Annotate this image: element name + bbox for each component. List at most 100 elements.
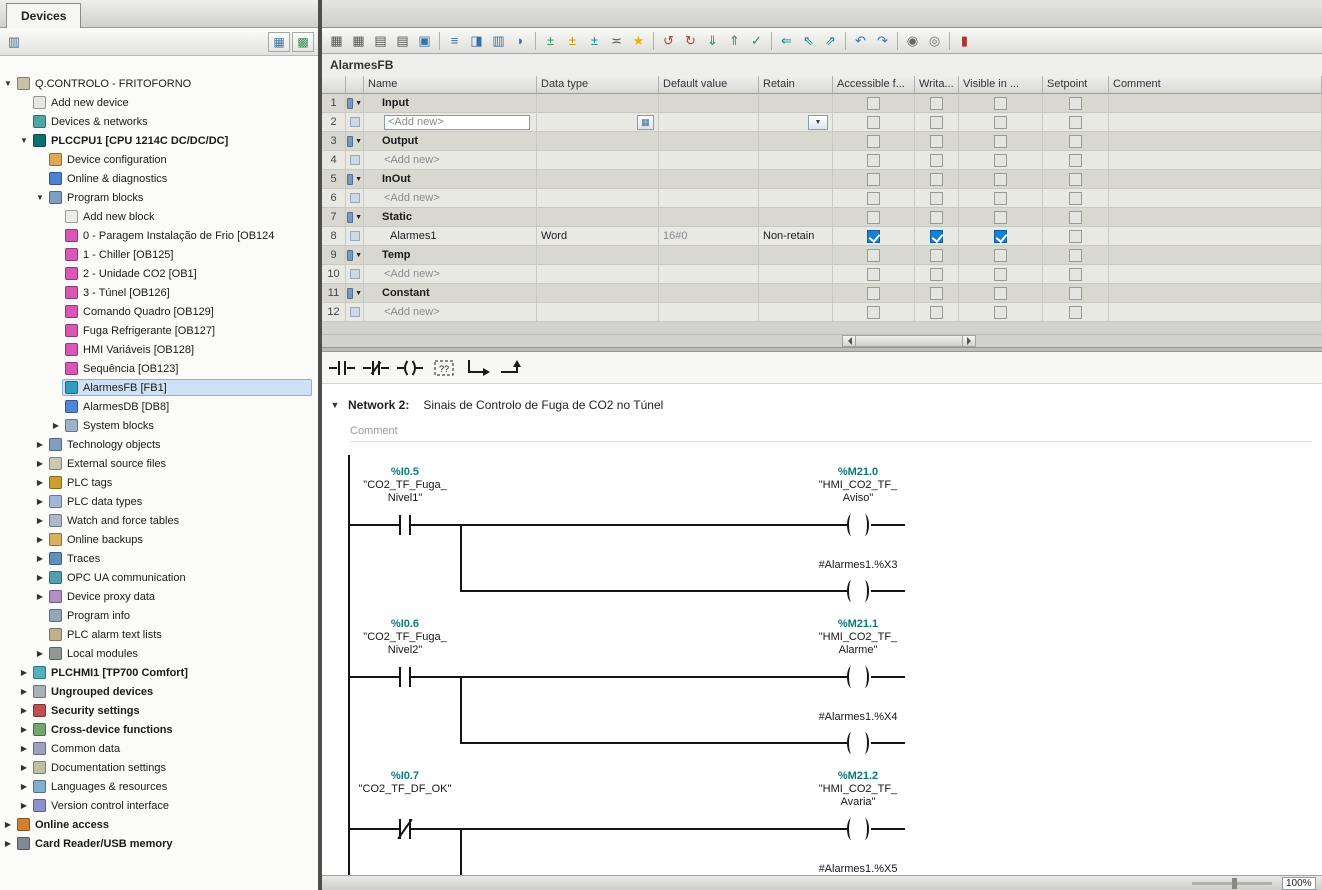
scroll-thumb[interactable] xyxy=(856,335,962,347)
retain-cell[interactable]: ▼ xyxy=(759,113,833,132)
coil-symbol[interactable] xyxy=(860,732,869,754)
coil-label[interactable]: %M21.1"HMI_CO2_TF_Alarme" xyxy=(773,618,943,657)
tree-item[interactable]: ▶Technology objects xyxy=(0,435,318,454)
insert-row-icon[interactable]: ▤ xyxy=(370,31,391,51)
coil-label[interactable]: %M21.2"HMI_CO2_TF_Avaria" xyxy=(773,770,943,809)
name-cell[interactable]: Alarmes1 xyxy=(364,227,537,246)
library-icon[interactable]: ▮ xyxy=(954,31,975,51)
branch-coil-label[interactable]: #Alarmes1.%X4 xyxy=(773,711,943,724)
tree-item[interactable]: 3 - Túnel [OB126] xyxy=(0,283,318,302)
tree-item[interactable]: AlarmesFB [FB1] xyxy=(0,378,318,397)
favorites-icon[interactable]: ★ xyxy=(628,31,649,51)
tree-item[interactable]: ▶Device proxy data xyxy=(0,587,318,606)
expand-right-icon[interactable]: ▶ xyxy=(18,744,30,753)
datatype-cell[interactable] xyxy=(537,94,659,113)
setpoint-checkbox[interactable] xyxy=(1069,173,1082,186)
download-icon[interactable]: ⇓ xyxy=(702,31,723,51)
absolute-operands-icon[interactable]: ≡ xyxy=(444,31,465,51)
writable-checkbox[interactable] xyxy=(930,97,943,110)
section-expand-icon[interactable]: ▼ xyxy=(355,214,362,221)
table-row[interactable]: 1▼Input xyxy=(322,94,1322,113)
datatype-browse-button[interactable]: ▦ xyxy=(637,115,654,130)
retain-cell[interactable] xyxy=(759,189,833,208)
retain-cell[interactable] xyxy=(759,284,833,303)
expand-right-icon[interactable]: ▶ xyxy=(18,763,30,772)
tree-item[interactable]: 2 - Unidade CO2 [OB1] xyxy=(0,264,318,283)
comment-cell[interactable] xyxy=(1109,227,1322,246)
writable-checkbox[interactable] xyxy=(930,230,943,243)
jump-previous-icon[interactable]: ⇐ xyxy=(776,31,797,51)
upload-icon[interactable]: ⇑ xyxy=(724,31,745,51)
table-row[interactable]: 7▼Static xyxy=(322,208,1322,227)
visible-checkbox[interactable] xyxy=(994,135,1007,148)
network-collapse-icon[interactable]: ▼ xyxy=(322,400,348,410)
tree-item[interactable]: Add new block xyxy=(0,207,318,226)
user-icon[interactable]: ◉ xyxy=(902,31,923,51)
coil-symbol[interactable] xyxy=(847,580,856,602)
writable-checkbox[interactable] xyxy=(930,211,943,224)
contact-label[interactable]: %I0.5"CO2_TF_Fuga_Nivel1" xyxy=(322,466,490,505)
comments-icon[interactable]: ◗ xyxy=(510,31,531,51)
expand-right-icon[interactable]: ▶ xyxy=(34,554,46,563)
visible-checkbox[interactable] xyxy=(994,173,1007,186)
setpoint-checkbox[interactable] xyxy=(1069,192,1082,205)
nav-back-icon[interactable]: ↶ xyxy=(850,31,871,51)
jump-next-icon[interactable]: ⇗ xyxy=(820,31,841,51)
table-row[interactable]: 2<Add new>▦▼ xyxy=(322,113,1322,132)
expand-right-icon[interactable]: ▶ xyxy=(18,668,30,677)
expand-right-icon[interactable]: ▶ xyxy=(34,535,46,544)
comment-cell[interactable] xyxy=(1109,132,1322,151)
default-value-cell[interactable]: 16#0 xyxy=(659,227,759,246)
table-row[interactable]: 12<Add new> xyxy=(322,303,1322,322)
coil-symbol[interactable] xyxy=(847,818,856,840)
setpoint-checkbox[interactable] xyxy=(1069,154,1082,167)
table-row[interactable]: 8Alarmes1Word16#0Non-retain xyxy=(322,227,1322,246)
writable-checkbox[interactable] xyxy=(930,192,943,205)
accessible-checkbox[interactable] xyxy=(867,97,880,110)
retain-cell[interactable] xyxy=(759,265,833,284)
writable-checkbox[interactable] xyxy=(930,135,943,148)
visible-checkbox[interactable] xyxy=(994,230,1007,243)
details-view-icon[interactable]: ▦ xyxy=(268,32,290,52)
tab-devices[interactable]: Devices xyxy=(6,3,81,28)
default-value-cell[interactable] xyxy=(659,189,759,208)
zoom-level[interactable]: 100% xyxy=(1282,877,1316,890)
comment-cell[interactable] xyxy=(1109,189,1322,208)
comment-cell[interactable] xyxy=(1109,303,1322,322)
expand-right-icon[interactable]: ▶ xyxy=(2,820,14,829)
setpoint-checkbox[interactable] xyxy=(1069,97,1082,110)
writable-checkbox[interactable] xyxy=(930,306,943,319)
tree-item[interactable]: ▶Online backups xyxy=(0,530,318,549)
open-branch-icon[interactable] xyxy=(464,356,492,380)
coil-label[interactable]: %M21.0"HMI_CO2_TF_Aviso" xyxy=(773,466,943,505)
writable-checkbox[interactable] xyxy=(930,173,943,186)
tree-item[interactable]: Fuga Refrigerante [OB127] xyxy=(0,321,318,340)
close-branch-icon[interactable] xyxy=(498,356,526,380)
setpoint-checkbox[interactable] xyxy=(1069,249,1082,262)
expand-right-icon[interactable]: ▶ xyxy=(34,516,46,525)
expand-right-icon[interactable]: ▶ xyxy=(34,649,46,658)
default-value-cell[interactable] xyxy=(659,132,759,151)
go-offline-icon[interactable]: ↻ xyxy=(680,31,701,51)
setpoint-checkbox[interactable] xyxy=(1069,230,1082,243)
datatype-cell[interactable]: ▦ xyxy=(537,113,659,132)
expand-right-icon[interactable]: ▶ xyxy=(18,801,30,810)
coil-symbol[interactable] xyxy=(860,580,869,602)
tree-item[interactable]: ▶System blocks xyxy=(0,416,318,435)
table-row[interactable]: 3▼Output xyxy=(322,132,1322,151)
retain-cell[interactable]: Non-retain xyxy=(759,227,833,246)
add-new-input[interactable]: <Add new> xyxy=(384,115,530,130)
tree-item[interactable]: ▶Online access xyxy=(0,815,318,834)
accessible-checkbox[interactable] xyxy=(867,306,880,319)
tree-item[interactable]: ▼Q.CONTROLO - FRITOFORNO xyxy=(0,74,318,93)
section-expand-icon[interactable]: ▼ xyxy=(355,290,362,297)
datatype-cell[interactable] xyxy=(537,265,659,284)
start-values-icon[interactable]: ≍ xyxy=(606,31,627,51)
accessible-checkbox[interactable] xyxy=(867,287,880,300)
nc-contact-icon[interactable] xyxy=(362,356,390,380)
diagram-view-icon[interactable]: ▩ xyxy=(292,32,314,52)
visible-checkbox[interactable] xyxy=(994,268,1007,281)
tree-item[interactable]: ▶PLCHMI1 [TP700 Comfort] xyxy=(0,663,318,682)
branch-coil-label[interactable]: #Alarmes1.%X5 xyxy=(773,863,943,875)
expand-down-icon[interactable]: ▼ xyxy=(34,193,46,202)
